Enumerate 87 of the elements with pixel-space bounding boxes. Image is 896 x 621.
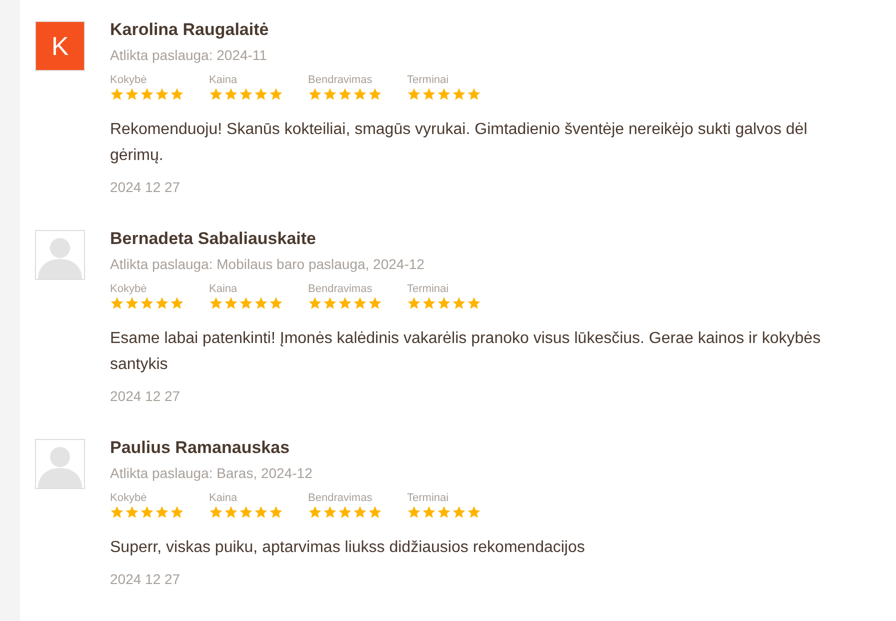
star-icon (224, 505, 238, 519)
star-icon (269, 87, 283, 101)
rating-label: Bendravimas (308, 492, 374, 504)
star-icon (437, 296, 451, 310)
star-icon (353, 296, 367, 310)
review-date: 2024 12 27 (110, 178, 182, 196)
star-icon (467, 296, 481, 310)
reviewer-name: Paulius Ramanauskas (110, 437, 291, 459)
review-text: Esame labai patenkinti! Įmonės kalėdinis vakarėlis pranoko visus lūkesčius. Gerae kainos ir kokybės santykis (110, 329, 822, 375)
star-icon (452, 296, 466, 310)
star-icon (467, 87, 481, 101)
reviewer-name: Karolina Raugalaitė (110, 19, 270, 41)
rating-label: Kokybė (110, 74, 148, 86)
star-icon (170, 87, 184, 101)
star-icon (209, 87, 223, 101)
star-icon (467, 505, 481, 519)
star-icon (422, 87, 436, 101)
star-icon (422, 505, 436, 519)
star-icon (452, 505, 466, 519)
star-icon (368, 505, 382, 519)
star-icon (110, 296, 124, 310)
star-icon (155, 505, 169, 519)
rating-label: Terminai (407, 283, 450, 295)
star-icon (338, 87, 352, 101)
star-icon (170, 296, 184, 310)
service-text: Atlikta paslauga: Baras, 2024-12 (110, 464, 314, 482)
avatar-placeholder-icon (35, 439, 85, 489)
rating-label: Terminai (407, 74, 450, 86)
rating-label: Kaina (209, 492, 238, 504)
rating-label: Kokybė (110, 283, 148, 295)
star-icon (125, 505, 139, 519)
star-icon (308, 87, 322, 101)
star-icon (140, 505, 154, 519)
star-icon (110, 505, 124, 519)
star-icon (308, 505, 322, 519)
star-icon (407, 87, 421, 101)
star-icon (368, 296, 382, 310)
star-icon (209, 296, 223, 310)
star-icon (437, 87, 451, 101)
star-icon (239, 296, 253, 310)
avatar: K (35, 21, 85, 71)
reviewer-name: Bernadeta Sabaliauskaite (110, 228, 317, 250)
star-icon (422, 296, 436, 310)
rating-label: Kaina (209, 283, 238, 295)
star-icon (170, 505, 184, 519)
star-icon (224, 296, 238, 310)
star-icon (125, 296, 139, 310)
star-icon (368, 87, 382, 101)
star-icon (323, 296, 337, 310)
star-icon (125, 87, 139, 101)
star-icon (353, 505, 367, 519)
star-icon (224, 87, 238, 101)
star-icon (437, 505, 451, 519)
star-icon (269, 505, 283, 519)
star-icon (239, 505, 253, 519)
rating-label: Kaina (209, 74, 238, 86)
review-date: 2024 12 27 (110, 570, 182, 588)
star-icon (155, 87, 169, 101)
star-icon (254, 87, 268, 101)
rating-label: Kokybė (110, 492, 148, 504)
star-icon (338, 505, 352, 519)
star-icon (254, 505, 268, 519)
review-text: Superr, viskas puiku, aptarvimas liukss didžiausios rekomendacijos (110, 538, 585, 558)
star-icon (140, 87, 154, 101)
service-text: Atlikta paslauga: 2024-11 (110, 46, 268, 64)
star-icon (269, 296, 283, 310)
star-icon (353, 87, 367, 101)
star-icon (110, 87, 124, 101)
star-icon (254, 296, 268, 310)
star-icon (323, 505, 337, 519)
star-icon (239, 87, 253, 101)
review-text: Rekomenduoju! Skanūs kokteiliai, smagūs vyrukai. Gimtadienio šventėje nereikėjo sukti galvos dėl gėrimų. (110, 120, 808, 166)
star-icon (452, 87, 466, 101)
star-icon (308, 296, 322, 310)
star-icon (155, 296, 169, 310)
star-icon (140, 296, 154, 310)
star-icon (407, 505, 421, 519)
star-icon (209, 505, 223, 519)
rating-label: Terminai (407, 492, 450, 504)
star-icon (338, 296, 352, 310)
star-icon (323, 87, 337, 101)
service-text: Atlikta paslauga: Mobilaus baro paslauga, 2024-12 (110, 255, 426, 273)
avatar-placeholder-icon (35, 230, 85, 280)
star-icon (407, 296, 421, 310)
rating-label: Bendravimas (308, 74, 374, 86)
review-date: 2024 12 27 (110, 387, 182, 405)
rating-label: Bendravimas (308, 283, 374, 295)
